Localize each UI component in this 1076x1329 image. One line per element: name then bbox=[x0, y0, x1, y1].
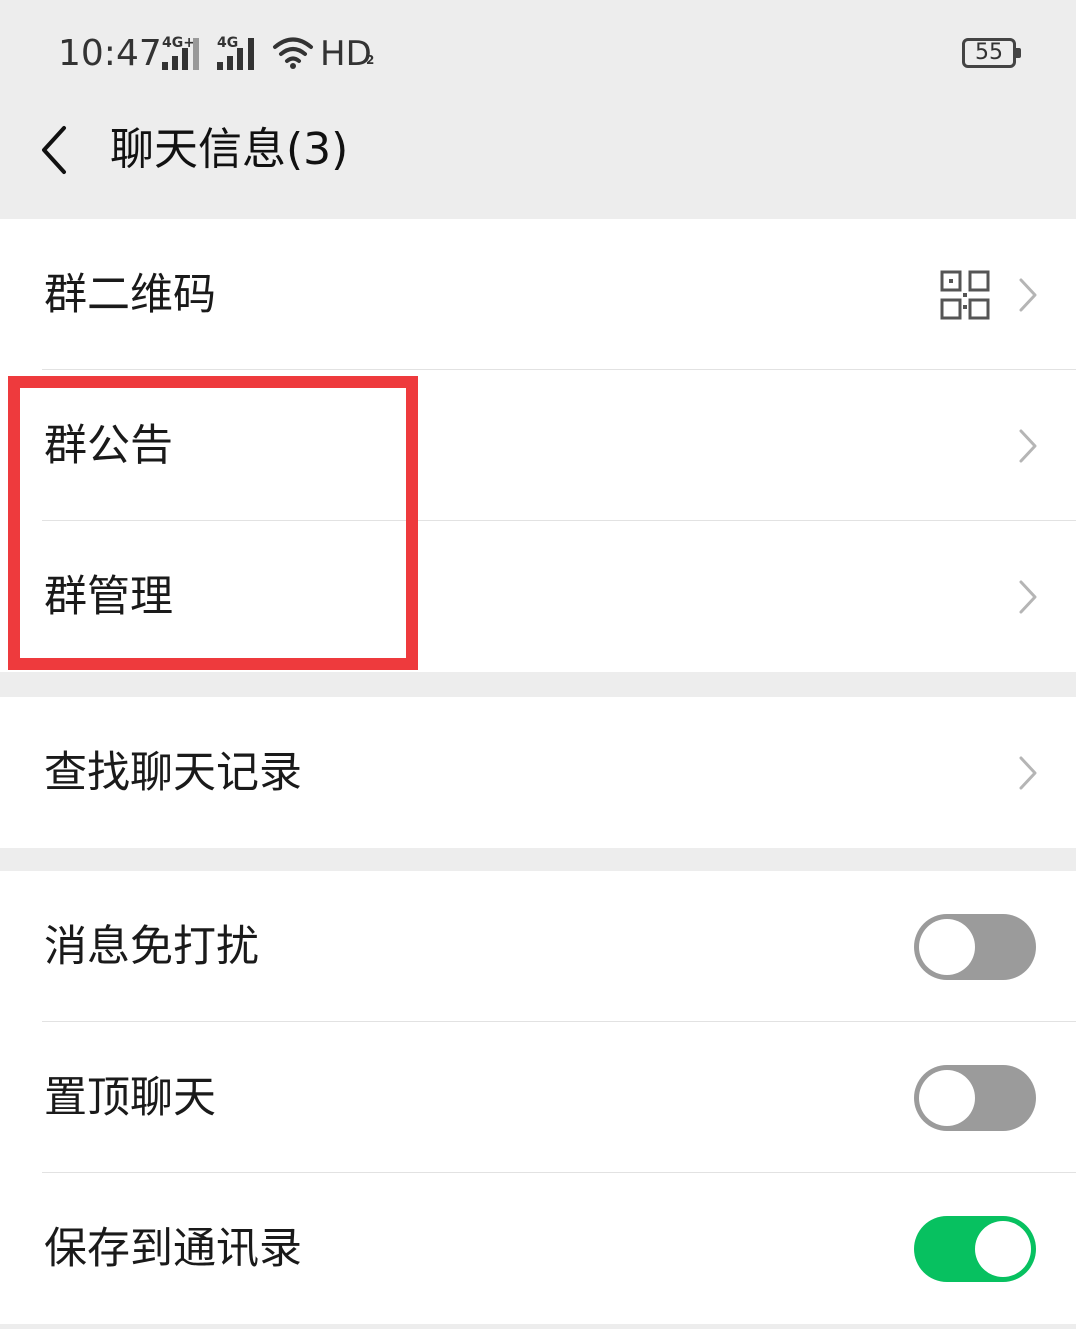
hd-label: HD bbox=[320, 34, 372, 74]
row-label: 群二维码 bbox=[44, 269, 216, 320]
row-label: 保存到通讯录 bbox=[44, 1223, 302, 1274]
row-label: 查找聊天记录 bbox=[44, 747, 302, 798]
row-group-announcement[interactable]: 群公告 bbox=[0, 370, 1076, 521]
row-label: 群管理 bbox=[44, 571, 173, 622]
row-search-chat-history[interactable]: 查找聊天记录 bbox=[0, 697, 1076, 848]
row-label: 置顶聊天 bbox=[44, 1072, 216, 1123]
battery-icon: 55 bbox=[962, 38, 1016, 68]
row-mute-notifications: 消息免打扰 bbox=[0, 871, 1076, 1022]
row-pin-chat: 置顶聊天 bbox=[0, 1022, 1076, 1173]
save-contacts-toggle[interactable] bbox=[914, 1215, 1036, 1282]
wifi-icon bbox=[273, 37, 313, 69]
status-bar: 10:47 4G+ 4G HD 2 55 bbox=[0, 0, 1076, 110]
chevron-right-icon bbox=[1019, 580, 1037, 613]
chevron-left-icon bbox=[42, 126, 66, 174]
battery-level: 55 bbox=[975, 40, 1003, 65]
toggle-knob bbox=[919, 918, 975, 975]
group-settings: 消息免打扰 置顶聊天 保存到通讯录 bbox=[0, 871, 1076, 1324]
mute-toggle[interactable] bbox=[914, 913, 1036, 980]
row-group-qr-code[interactable]: 群二维码 bbox=[0, 219, 1076, 370]
row-save-to-contacts: 保存到通讯录 bbox=[0, 1173, 1076, 1324]
row-label: 群公告 bbox=[44, 420, 173, 471]
chat-info-screen: 10:47 4G+ 4G HD 2 55 聊天信息(3) 群二维码 群公告 群管… bbox=[0, 0, 1076, 1329]
qr-code-icon bbox=[940, 270, 990, 319]
status-time: 10:47 bbox=[58, 33, 162, 74]
group-search: 查找聊天记录 bbox=[0, 697, 1076, 848]
toggle-knob bbox=[975, 1220, 1031, 1277]
hd-sub-label: 2 bbox=[366, 53, 375, 67]
page-title: 聊天信息(3) bbox=[110, 124, 349, 175]
chevron-right-icon bbox=[1019, 429, 1037, 462]
group-group-info: 群二维码 群公告 群管理 bbox=[0, 219, 1076, 672]
toggle-knob bbox=[919, 1069, 975, 1126]
row-label: 消息免打扰 bbox=[44, 921, 259, 972]
row-group-management[interactable]: 群管理 bbox=[0, 521, 1076, 672]
pin-toggle[interactable] bbox=[914, 1064, 1036, 1131]
chevron-right-icon bbox=[1019, 756, 1037, 789]
battery-tip bbox=[1016, 48, 1021, 58]
back-button[interactable] bbox=[36, 124, 76, 176]
chevron-right-icon bbox=[1019, 278, 1037, 311]
